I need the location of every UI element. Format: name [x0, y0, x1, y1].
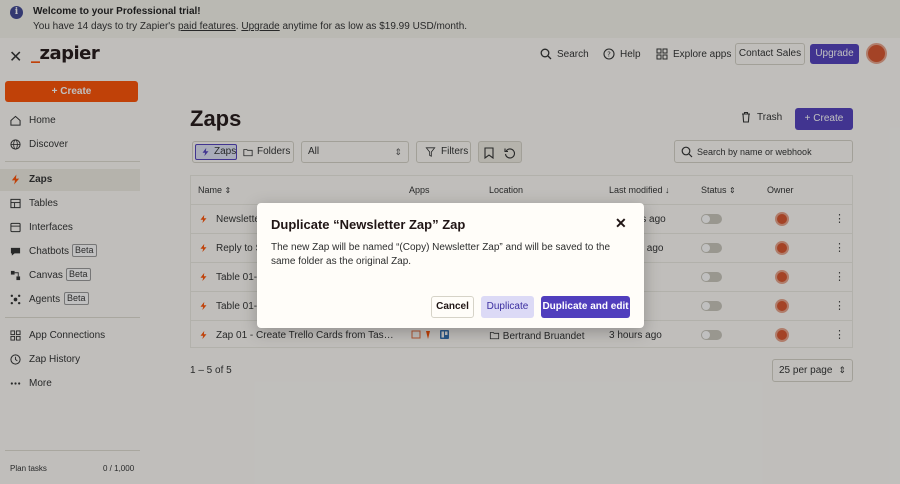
duplicate-button[interactable]: Duplicate — [481, 296, 534, 318]
dialog-body: The new Zap will be named “(Copy) Newsle… — [271, 242, 611, 267]
duplicate-and-edit-button[interactable]: Duplicate and edit — [541, 296, 630, 318]
dialog-title: Duplicate “Newsletter Zap” Zap — [271, 217, 466, 232]
close-icon[interactable]: ✕ — [615, 215, 627, 232]
cancel-button[interactable]: Cancel — [431, 296, 474, 318]
duplicate-zap-dialog: Duplicate “Newsletter Zap” Zap ✕ The new… — [257, 203, 644, 328]
